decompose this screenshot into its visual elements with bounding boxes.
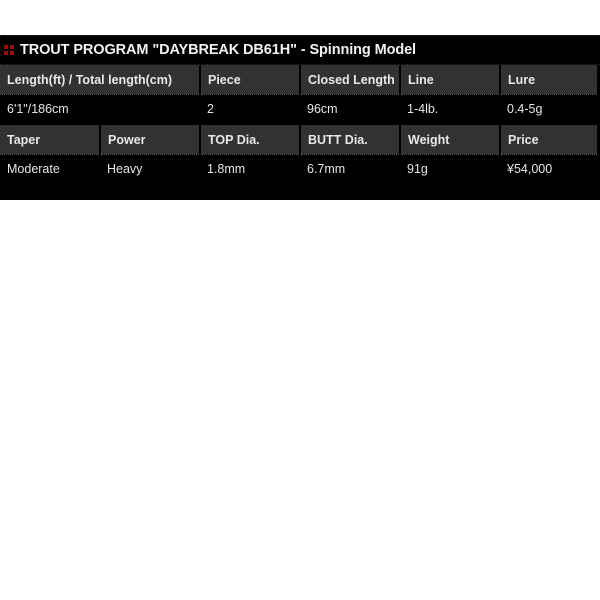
- column-header-line: Line: [400, 65, 501, 95]
- cell-power: Heavy: [100, 154, 200, 184]
- cell-line: 1-4lb.: [400, 94, 500, 124]
- cell-length: 6'1"/186cm: [0, 94, 200, 124]
- cell-price: ¥54,000: [500, 154, 600, 184]
- cell-lure: 0.4-5g: [500, 94, 600, 124]
- cell-closed-length: 96cm: [300, 94, 400, 124]
- column-header-taper: Taper: [0, 125, 101, 155]
- column-header-piece: Piece: [200, 65, 301, 95]
- table-header-row: Taper Power TOP Dia. BUTT Dia. Weight Pr…: [0, 125, 600, 155]
- page-title: TROUT PROGRAM "DAYBREAK DB61H" - Spinnin…: [20, 41, 416, 58]
- column-header-top-dia: TOP Dia.: [200, 125, 301, 155]
- cell-top-dia: 1.8mm: [200, 154, 300, 184]
- cell-piece: 2: [200, 94, 300, 124]
- spec-table-primary: Length(ft) / Total length(cm) Piece Clos…: [0, 65, 600, 124]
- column-header-price: Price: [500, 125, 600, 155]
- column-header-lure: Lure: [500, 65, 600, 95]
- cell-butt-dia: 6.7mm: [300, 154, 400, 184]
- table-header-row: Length(ft) / Total length(cm) Piece Clos…: [0, 65, 600, 95]
- product-title-bar: TROUT PROGRAM "DAYBREAK DB61H" - Spinnin…: [0, 35, 600, 65]
- column-header-power: Power: [100, 125, 201, 155]
- cell-weight: 91g: [400, 154, 500, 184]
- product-spec-panel: TROUT PROGRAM "DAYBREAK DB61H" - Spinnin…: [0, 35, 600, 200]
- table-row: 6'1"/186cm 2 96cm 1-4lb. 0.4-5g: [0, 94, 600, 124]
- spec-table-secondary: Taper Power TOP Dia. BUTT Dia. Weight Pr…: [0, 125, 600, 184]
- column-header-length: Length(ft) / Total length(cm): [0, 65, 201, 95]
- column-header-weight: Weight: [400, 125, 501, 155]
- column-header-butt-dia: BUTT Dia.: [300, 125, 401, 155]
- cell-taper: Moderate: [0, 154, 100, 184]
- four-dot-marker-icon: [4, 45, 15, 56]
- column-header-closed-length: Closed Length: [300, 65, 401, 95]
- table-row: Moderate Heavy 1.8mm 6.7mm 91g ¥54,000: [0, 154, 600, 184]
